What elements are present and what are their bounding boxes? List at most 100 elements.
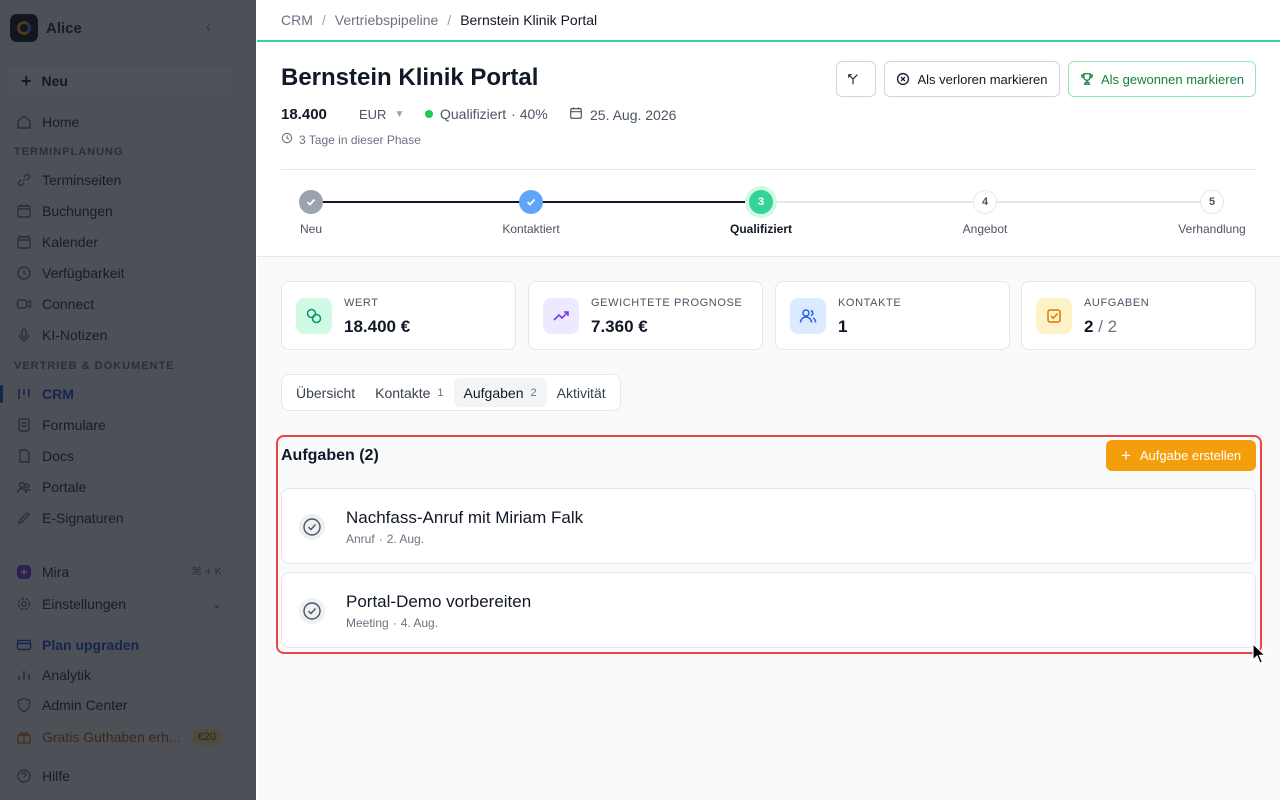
sidebar-item-verfuegbarkeit[interactable]: Verfügbarkeit <box>6 259 236 287</box>
workspace-switcher[interactable]: Alice <box>10 14 82 42</box>
check-icon <box>299 190 323 214</box>
sidebar-item-hilfe[interactable]: Hilfe <box>6 762 236 790</box>
task-type: Anruf <box>346 532 375 546</box>
step-label: Kontaktiert <box>502 222 560 236</box>
breadcrumb: CRM / Vertriebspipeline / Bernstein Klin… <box>257 0 1280 42</box>
step-kontaktiert[interactable]: Kontaktiert <box>481 190 581 236</box>
sidebar-item-label: Gratis Guthaben erh... <box>42 729 181 745</box>
sidebar-item-einstellungen[interactable]: Einstellungen ⌄ <box>6 590 236 618</box>
stat-card-tasks: AUFGABEN 2 / 2 <box>1021 281 1256 350</box>
gear-icon <box>15 595 33 613</box>
reopen-button[interactable] <box>836 61 876 97</box>
step-verhandlung[interactable]: 5 Verhandlung <box>1162 190 1262 236</box>
sidebar-item-label: Hilfe <box>42 768 71 784</box>
credit-badge: €20 <box>191 729 222 745</box>
sidebar-item-terminseiten[interactable]: Terminseiten <box>6 166 236 194</box>
video-icon <box>15 295 33 313</box>
sidebar-item-connect[interactable]: Connect <box>6 290 236 318</box>
pipeline-stepper: Neu Kontaktiert 3 Qualifiziert 4 Angebot… <box>281 190 1256 240</box>
tab-aufgaben[interactable]: Aufgaben 2 <box>453 378 547 407</box>
bar-chart-icon <box>15 666 33 684</box>
step-number: 5 <box>1200 190 1224 214</box>
task-complete-toggle[interactable] <box>299 514 325 540</box>
sidebar-item-docs[interactable]: Docs <box>6 442 236 470</box>
trophy-icon <box>1080 72 1094 86</box>
sidebar-item-e-signaturen[interactable]: E-Signaturen <box>6 504 236 532</box>
task-date: 4. Aug. <box>400 616 439 630</box>
mark-lost-button[interactable]: Als verloren markieren <box>884 61 1060 97</box>
section-sales: VERTRIEB & DOKUMENTE <box>14 360 175 372</box>
tab-uebersicht[interactable]: Übersicht <box>286 378 365 407</box>
workspace-logo-icon <box>10 14 38 42</box>
sidebar-item-label: Home <box>42 114 80 130</box>
stat-card-contacts: KONTAKTE 1 <box>775 281 1010 350</box>
sidebar-item-formulare[interactable]: Formulare <box>6 411 236 439</box>
mouse-cursor-icon <box>1252 643 1267 664</box>
sidebar-item-kalender[interactable]: Kalender <box>6 228 236 256</box>
tab-count: 2 <box>530 386 537 399</box>
task-item[interactable]: Portal-Demo vorbereiten Meeting · 4. Aug. <box>281 572 1256 648</box>
gift-icon <box>15 728 33 746</box>
task-meta: Anruf · 2. Aug. <box>346 532 425 546</box>
task-title: Portal-Demo vorbereiten <box>346 592 532 611</box>
sidebar-item-crm[interactable]: CRM <box>0 380 236 408</box>
calendar-icon <box>15 233 33 251</box>
calendar-icon <box>569 106 583 123</box>
step-neu[interactable]: Neu <box>261 190 361 236</box>
breadcrumb-crm[interactable]: CRM <box>281 12 313 28</box>
currency-select[interactable]: EUR ▼ <box>359 107 404 122</box>
tab-label: Übersicht <box>296 384 356 401</box>
sidebar-item-credit[interactable]: Gratis Guthaben erh... €20 <box>6 723 236 751</box>
mira-icon <box>15 563 33 581</box>
task-item[interactable]: Nachfass-Anruf mit Miriam Falk Anruf · 2. … <box>281 488 1256 564</box>
mark-won-button[interactable]: Als gewonnen markieren <box>1068 61 1256 97</box>
new-button-label: Neu <box>41 73 68 89</box>
new-button[interactable]: + Neu <box>6 65 233 97</box>
sidebar-item-buchungen[interactable]: Buchungen <box>6 197 236 225</box>
sidebar-item-ki-notizen[interactable]: KI-Notizen <box>6 321 236 349</box>
sidebar-item-admin-center[interactable]: Admin Center <box>6 691 236 719</box>
stage-probability: · 40% <box>511 106 548 122</box>
breadcrumb-separator: / <box>321 12 326 28</box>
tab-aktivitaet[interactable]: Aktivität <box>547 378 616 407</box>
sidebar-item-label: Analytik <box>42 667 92 683</box>
tab-label: Aktivität <box>556 384 606 401</box>
stat-value: 7.360 € <box>591 317 648 336</box>
clock-icon <box>15 264 33 282</box>
stat-value: 2 / 2 <box>1084 317 1117 337</box>
sidebar: Alice ‹ + Neu Home TERMINPLANUNG Termins… <box>0 0 256 800</box>
close-date[interactable]: 25. Aug. 2026 <box>569 106 676 123</box>
days-in-phase: 3 Tage in dieser Phase <box>281 132 421 147</box>
shortcut-hint: ⌘ + K <box>191 566 222 578</box>
sidebar-item-label: Terminseiten <box>42 172 122 188</box>
tab-count: 1 <box>437 386 444 399</box>
tab-kontakte[interactable]: Kontakte 1 <box>365 378 453 407</box>
sidebar-item-label: CRM <box>42 386 74 402</box>
tasks-done-count: 2 <box>1084 317 1094 336</box>
collapse-sidebar-icon[interactable]: ‹ <box>206 18 211 34</box>
sidebar-item-label: Mira <box>42 563 70 580</box>
sidebar-item-label: Verfügbarkeit <box>42 265 125 281</box>
coins-icon <box>296 298 332 334</box>
checkbox-icon <box>1036 298 1072 334</box>
step-qualifiziert[interactable]: 3 Qualifiziert <box>711 190 811 236</box>
section-scheduling: TERMINPLANUNG <box>14 146 124 158</box>
step-angebot[interactable]: 4 Angebot <box>935 190 1035 236</box>
tasks-title: Aufgaben (2) <box>281 447 379 464</box>
sidebar-item-upgrade[interactable]: Plan upgraden <box>6 631 236 659</box>
tasks-total-count: / 2 <box>1098 317 1118 336</box>
sidebar-item-mira[interactable]: Mira ⌘ + K <box>6 557 236 585</box>
users-group-icon <box>15 478 33 496</box>
deal-amount[interactable]: 18.400 <box>281 106 327 123</box>
step-number: 3 <box>749 190 773 214</box>
sidebar-item-portale[interactable]: Portale <box>6 473 236 501</box>
task-complete-toggle[interactable] <box>299 598 325 624</box>
sidebar-item-home[interactable]: Home <box>6 108 236 136</box>
breadcrumb-pipeline[interactable]: Vertriebspipeline <box>335 12 439 28</box>
deal-tabs: Übersicht Kontakte 1 Aufgaben 2 Aktivität <box>281 374 621 411</box>
link-icon <box>15 171 33 189</box>
mark-lost-label: Als verloren markieren <box>917 71 1048 87</box>
create-task-button[interactable]: + Aufgabe erstellen <box>1106 440 1256 471</box>
trending-up-icon <box>543 298 579 334</box>
sidebar-item-analytik[interactable]: Analytik <box>6 661 236 689</box>
